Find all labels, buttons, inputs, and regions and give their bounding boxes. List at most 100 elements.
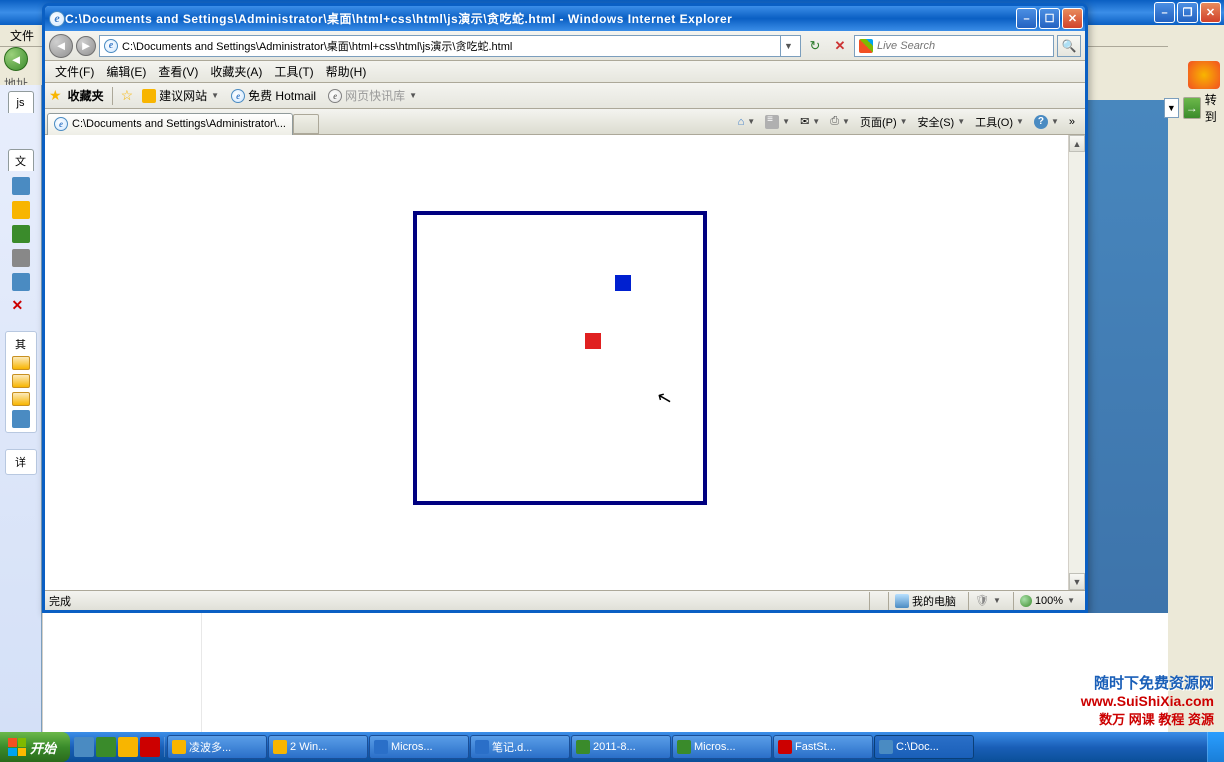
sidebar-tab-js[interactable]: js <box>8 91 34 113</box>
menu-file[interactable]: 文件(F) <box>49 61 100 82</box>
start-button[interactable]: 开始 <box>0 732 70 762</box>
taskbar: 开始 凌波多... 2 Win... Micros... 笔记.d... 2011-8.… <box>0 732 1224 762</box>
taskbtn-icon <box>374 740 388 754</box>
taskbtn-label: 凌波多... <box>189 739 231 755</box>
address-value: C:\Documents and Settings\Administrator\… <box>122 38 780 54</box>
close-button[interactable]: ✕ <box>1062 8 1083 29</box>
taskbar-button[interactable]: Micros... <box>672 735 772 759</box>
help-icon: ? <box>1034 115 1048 129</box>
taskbtn-label: 2 Win... <box>290 741 327 753</box>
folder-icon[interactable] <box>12 374 30 388</box>
status-protected-pane: 🛡▼ <box>968 592 1007 610</box>
taskbtn-label: 2011-8... <box>593 741 636 753</box>
snake-game-board[interactable] <box>413 211 707 505</box>
address-bar[interactable]: e C:\Documents and Settings\Administrato… <box>99 35 801 57</box>
favorites-star-icon[interactable]: ★ <box>49 87 62 104</box>
taskbtn-icon <box>172 740 186 754</box>
system-tray[interactable] <box>1207 732 1224 762</box>
new-tab-button[interactable] <box>293 114 319 134</box>
expand-chevron[interactable]: » <box>1065 114 1079 130</box>
add-favorite-icon[interactable]: ☆ <box>121 87 134 104</box>
ql-icon-1[interactable] <box>74 737 94 757</box>
refresh-button[interactable]: ↻ <box>804 35 826 57</box>
nav-toolbar: ◄ ► e C:\Documents and Settings\Administ… <box>45 31 1085 61</box>
taskbar-button[interactable]: 笔记.d... <box>470 735 570 759</box>
minimize-button[interactable]: – <box>1016 8 1037 29</box>
hotmail-icon: e <box>231 89 245 103</box>
favlink-suggest[interactable]: 建议网站 ▼ <box>139 85 222 106</box>
feeds-button[interactable]: ▼ <box>761 113 794 131</box>
sidebar-icon-6[interactable] <box>12 410 30 428</box>
taskbar-button[interactable]: C:\Doc... <box>874 735 974 759</box>
scroll-down-button[interactable]: ▼ <box>1069 573 1085 590</box>
outer-addr-dropdown[interactable]: ▼ <box>1164 98 1179 118</box>
titlebar[interactable]: e C:\Documents and Settings\Administrato… <box>45 6 1085 31</box>
taskbtn-icon <box>475 740 489 754</box>
taskbtn-label: C:\Doc... <box>896 741 939 753</box>
taskbar-button[interactable]: Micros... <box>369 735 469 759</box>
browser-tab[interactable]: e C:\Documents and Settings\Administrato… <box>47 113 293 135</box>
vertical-scrollbar[interactable]: ▲ ▼ <box>1068 135 1085 590</box>
outer-menu-file[interactable]: 文件 <box>4 25 40 46</box>
scroll-track[interactable] <box>1069 152 1085 573</box>
menubar: 文件(F) 编辑(E) 查看(V) 收藏夹(A) 工具(T) 帮助(H) <box>45 61 1085 83</box>
search-input[interactable] <box>877 40 1049 52</box>
ql-icon-2[interactable] <box>96 737 116 757</box>
zoom-control[interactable]: 100% ▼ <box>1013 592 1081 610</box>
sidebar-tab-file[interactable]: 文 <box>8 149 34 171</box>
outer-minimize-button[interactable]: – <box>1154 2 1175 23</box>
folder-icon[interactable] <box>12 356 30 370</box>
taskbar-button[interactable]: 凌波多... <box>167 735 267 759</box>
print-button[interactable]: ⎙▼ <box>826 113 854 130</box>
menu-view[interactable]: 查看(V) <box>152 61 204 82</box>
taskbar-button[interactable]: 2011-8... <box>571 735 671 759</box>
forward-button[interactable]: ► <box>76 36 96 56</box>
folder-icon[interactable] <box>12 392 30 406</box>
ie-icon: e <box>49 11 65 27</box>
scroll-up-button[interactable]: ▲ <box>1069 135 1085 152</box>
menu-edit[interactable]: 编辑(E) <box>100 61 152 82</box>
readmail-button[interactable]: ✉▼ <box>796 113 824 130</box>
stop-button[interactable]: ✕ <box>829 35 851 57</box>
sidebar-icon-1[interactable] <box>12 177 30 195</box>
favlink-hotmail[interactable]: e 免费 Hotmail <box>228 85 319 106</box>
menu-favorites[interactable]: 收藏夹(A) <box>204 61 268 82</box>
outer-close-button[interactable]: ✕ <box>1200 2 1221 23</box>
taskbtn-label: 笔记.d... <box>492 739 532 755</box>
tools-menu[interactable]: 工具(O)▼ <box>971 112 1028 132</box>
search-box[interactable] <box>854 35 1054 57</box>
sidebar-icon-3[interactable] <box>12 225 30 243</box>
outer-restore-button[interactable]: ❐ <box>1177 2 1198 23</box>
safety-menu[interactable]: 安全(S)▼ <box>914 112 970 132</box>
menu-tools[interactable]: 工具(T) <box>268 61 319 82</box>
tab-title: C:\Documents and Settings\Administrator\… <box>72 118 286 130</box>
taskbtn-icon <box>677 740 691 754</box>
gallery-icon: e <box>328 89 342 103</box>
search-button[interactable]: 🔍 <box>1057 35 1081 57</box>
taskbar-button[interactable]: FastSt... <box>773 735 873 759</box>
page-menu[interactable]: 页面(P)▼ <box>856 112 912 132</box>
maximize-button[interactable]: ☐ <box>1039 8 1060 29</box>
sidebar-icon-2[interactable] <box>12 201 30 219</box>
favorites-bar: ★ 收藏夹 ☆ 建议网站 ▼ e 免费 Hotmail e 网页快讯库 ▼ <box>45 83 1085 109</box>
sidebar-group-details: 详 <box>5 449 37 475</box>
taskbar-button[interactable]: 2 Win... <box>268 735 368 759</box>
home-button[interactable]: ⌂▼ <box>734 114 760 130</box>
outer-go-button[interactable]: → <box>1183 97 1201 119</box>
address-dropdown[interactable]: ▼ <box>780 36 796 56</box>
menu-help[interactable]: 帮助(H) <box>320 61 373 82</box>
outer-back-button[interactable]: ◄ <box>4 47 28 71</box>
back-button[interactable]: ◄ <box>49 34 73 58</box>
status-bar: 完成 我的电脑 🛡▼ 100% ▼ <box>45 590 1085 610</box>
ql-icon-3[interactable] <box>118 737 138 757</box>
sidebar-icon-5[interactable] <box>12 273 30 291</box>
ql-icon-4[interactable] <box>140 737 160 757</box>
sidebar-icon-4[interactable] <box>12 249 30 267</box>
favlink-gallery[interactable]: e 网页快讯库 ▼ <box>325 85 420 106</box>
command-bar: ⌂▼ ▼ ✉▼ ⎙▼ 页面(P)▼ 安全(S)▼ 工具(O)▼ ?▼ » <box>734 112 1083 132</box>
snake-food <box>585 333 601 349</box>
sidebar-delete-icon[interactable]: ✕ <box>12 297 30 315</box>
help-button[interactable]: ?▼ <box>1030 113 1063 131</box>
rss-icon <box>765 115 779 129</box>
taskbtn-icon <box>576 740 590 754</box>
